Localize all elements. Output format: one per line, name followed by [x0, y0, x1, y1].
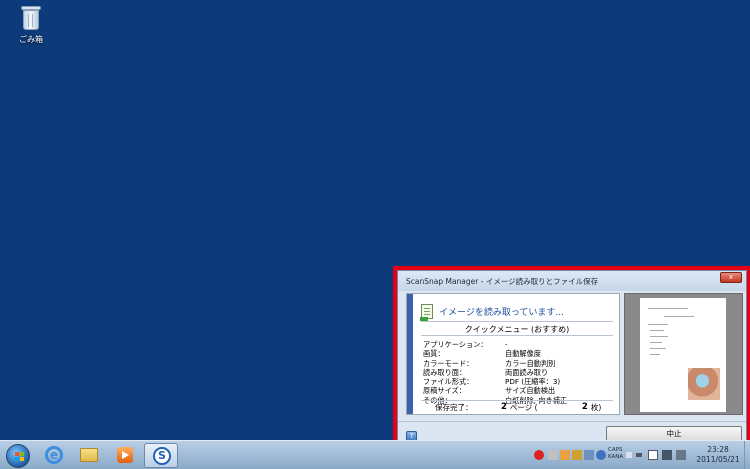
- scansnap-icon: S: [153, 447, 171, 465]
- settings-label: ファイル形式：: [423, 377, 474, 387]
- settings-table: アプリケーション： - 画質： 自動解像度 カラーモード： カラー自動判別 読み…: [423, 340, 613, 405]
- network-icon[interactable]: [662, 450, 672, 460]
- recycle-bin-icon: [19, 4, 43, 32]
- ime-dictionary-icon[interactable]: [584, 450, 594, 460]
- media-player-icon: [117, 447, 133, 463]
- start-button[interactable]: [3, 442, 33, 469]
- ladybug-icon[interactable]: [534, 450, 544, 460]
- settings-row: 画質： 自動解像度: [423, 349, 613, 358]
- clock[interactable]: 23:28 2011/05/21: [690, 445, 746, 465]
- taskbar: e S CAPS KANA 23:28 2011/05/21: [0, 440, 750, 469]
- quick-menu-title: クイックメニュー (おすすめ): [464, 325, 570, 334]
- ime-mode-icon[interactable]: [548, 450, 558, 460]
- settings-row: 読み取り面： 両面読み取り: [423, 368, 613, 377]
- settings-label: 画質：: [423, 349, 445, 359]
- saved-sheets-count: 2: [581, 402, 588, 412]
- settings-label: 原稿サイズ：: [423, 386, 466, 396]
- recycle-bin[interactable]: ごみ箱: [10, 4, 52, 45]
- window-title: ScanSnap Manager - イメージ読み取りとファイル保存: [406, 277, 599, 286]
- caps-indicator: CAPS: [608, 447, 623, 453]
- scan-preview: [624, 293, 743, 415]
- settings-row: アプリケーション： -: [423, 340, 613, 349]
- settings-row: ファイル形式： PDF (圧縮率：3): [423, 377, 613, 386]
- settings-value: -: [505, 340, 508, 349]
- saved-pages-unit: ページ (: [509, 403, 538, 412]
- scansnap-manager-window: ScanSnap Manager - イメージ読み取りとファイル保存 x イメー…: [397, 270, 747, 450]
- taskbar-explorer[interactable]: [72, 443, 106, 468]
- accent-bar: [407, 294, 413, 414]
- system-tray: CAPS KANA 23:28 2011/05/21: [530, 441, 750, 469]
- saved-label: 保存完了：: [435, 403, 473, 412]
- status-message: イメージを読み取っています...: [439, 307, 564, 318]
- settings-row: カラーモード： カラー自動判別: [423, 359, 613, 368]
- saved-pages-count: 2: [501, 402, 507, 412]
- settings-value: PDF (圧縮率：3): [505, 377, 561, 387]
- ime-tools-icon[interactable]: [572, 450, 582, 460]
- settings-value: カラー自動判別: [505, 358, 556, 368]
- folder-icon: [80, 448, 98, 462]
- internet-explorer-icon: e: [45, 446, 63, 464]
- ime-status: CAPS KANA: [608, 447, 623, 461]
- taskbar-internet-explorer[interactable]: e: [36, 443, 70, 468]
- saved-sheets-unit: 枚): [590, 403, 602, 412]
- settings-label: アプリケーション：: [423, 340, 488, 349]
- saved-summary: 保存完了： 2 ページ ( 2 枚): [423, 402, 613, 413]
- settings-row: 原稿サイズ： サイズ自動検出: [423, 386, 613, 395]
- taskbar-media-player[interactable]: [108, 443, 142, 468]
- divider: [421, 321, 613, 322]
- show-desktop-button[interactable]: [744, 441, 750, 469]
- status-row: イメージを読み取っています...: [420, 302, 564, 321]
- clock-time: 23:28: [707, 445, 729, 454]
- clock-date: 2011/05/21: [696, 455, 740, 464]
- preview-page: [640, 298, 726, 412]
- settings-label: カラーモード：: [423, 358, 474, 368]
- help-icon[interactable]: [596, 450, 606, 460]
- window-titlebar[interactable]: ScanSnap Manager - イメージ読み取りとファイル保存 x: [398, 271, 746, 291]
- preview-photo: [688, 368, 720, 400]
- settings-value: 両面読み取り: [505, 367, 549, 377]
- windows-logo-icon: [6, 444, 30, 468]
- kana-indicator: KANA: [608, 454, 624, 460]
- chevron-up-icon[interactable]: [636, 453, 642, 457]
- action-center-icon[interactable]: [648, 450, 658, 460]
- scan-status-panel: イメージを読み取っています... クイックメニュー (おすすめ) アプリケーショ…: [406, 293, 620, 415]
- settings-value: サイズ自動検出: [505, 386, 556, 396]
- volume-icon[interactable]: [676, 450, 686, 460]
- divider: [421, 400, 613, 401]
- document-scan-icon: [420, 303, 433, 321]
- settings-value: 自動解像度: [505, 349, 541, 359]
- settings-icon[interactable]: [626, 452, 632, 458]
- settings-label: 読み取り面：: [423, 367, 467, 377]
- divider: [421, 335, 613, 336]
- ime-pad-icon[interactable]: [560, 450, 570, 460]
- taskbar-scansnap[interactable]: S: [144, 443, 178, 468]
- recycle-bin-label: ごみ箱: [19, 35, 43, 44]
- close-button[interactable]: x: [720, 272, 742, 283]
